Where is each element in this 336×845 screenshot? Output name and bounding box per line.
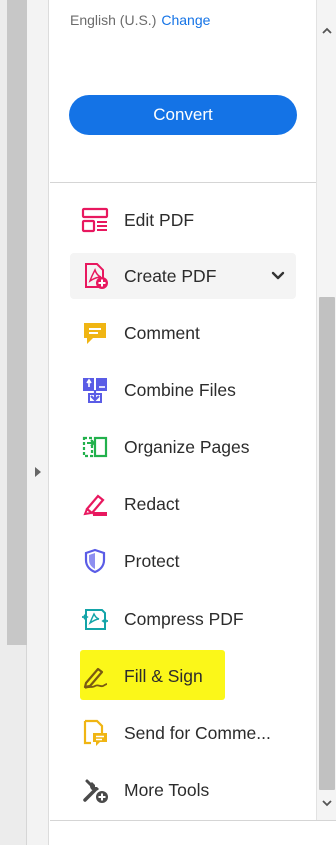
combine-files-icon [83,378,107,403]
tool-label: Edit PDF [124,210,195,230]
scroll-down-icon[interactable] [321,797,333,809]
tool-label: Fill & Sign [124,666,203,686]
tool-label: Redact [124,494,180,514]
tool-label: Compress PDF [124,609,244,629]
tool-label: Organize Pages [124,437,250,457]
tool-comment[interactable]: Comment [70,310,296,356]
chevron-down-icon[interactable] [270,268,286,284]
scrollbar-thumb[interactable] [319,297,335,790]
expand-panel-arrow-icon[interactable] [35,467,41,477]
tool-label: Comment [124,323,200,343]
tool-create-pdf[interactable]: Create PDF [70,253,296,299]
language-row: English (U.S.) Change [70,12,210,28]
fill-sign-icon [83,667,108,689]
tool-send-for-comment[interactable]: Send for Comme... [70,710,296,756]
tool-combine-files[interactable]: Combine Files [70,367,296,413]
change-language-link[interactable]: Change [161,12,210,28]
tool-more-tools[interactable]: More Tools [70,767,296,813]
scroll-up-icon[interactable] [321,25,333,37]
protect-icon [84,548,106,574]
language-text: English (U.S.) [70,12,157,28]
tool-fill-sign[interactable]: Fill & Sign [70,653,296,699]
tool-label: Send for Comme... [124,723,271,743]
convert-button[interactable]: Convert [69,95,297,135]
bottom-bar [50,820,336,845]
create-pdf-icon [85,263,108,289]
tool-label: Combine Files [124,380,236,400]
left-gutter-strip [7,0,27,645]
comment-icon [84,323,106,344]
edit-pdf-icon [81,207,109,233]
more-tools-icon [83,779,108,803]
tool-protect[interactable]: Protect [70,538,296,584]
left-gutter [0,0,27,845]
tools-panel: English (U.S.) Change Convert Edit PDF Cr… [50,0,316,820]
tool-edit-pdf[interactable]: Edit PDF [70,197,296,243]
compress-pdf-icon [82,609,108,630]
tool-organize-pages[interactable]: Organize Pages [70,424,296,470]
send-for-comment-icon [83,719,107,746]
organize-pages-icon [82,436,108,458]
collapse-rail[interactable] [27,0,49,845]
tool-label: Protect [124,551,180,571]
tool-label: More Tools [124,780,210,800]
divider [50,182,316,183]
vertical-scrollbar[interactable] [316,0,336,820]
tool-redact[interactable]: Redact [70,481,296,527]
tool-compress-pdf[interactable]: Compress PDF [70,596,296,642]
tool-label: Create PDF [124,266,217,286]
redact-icon [83,494,107,516]
